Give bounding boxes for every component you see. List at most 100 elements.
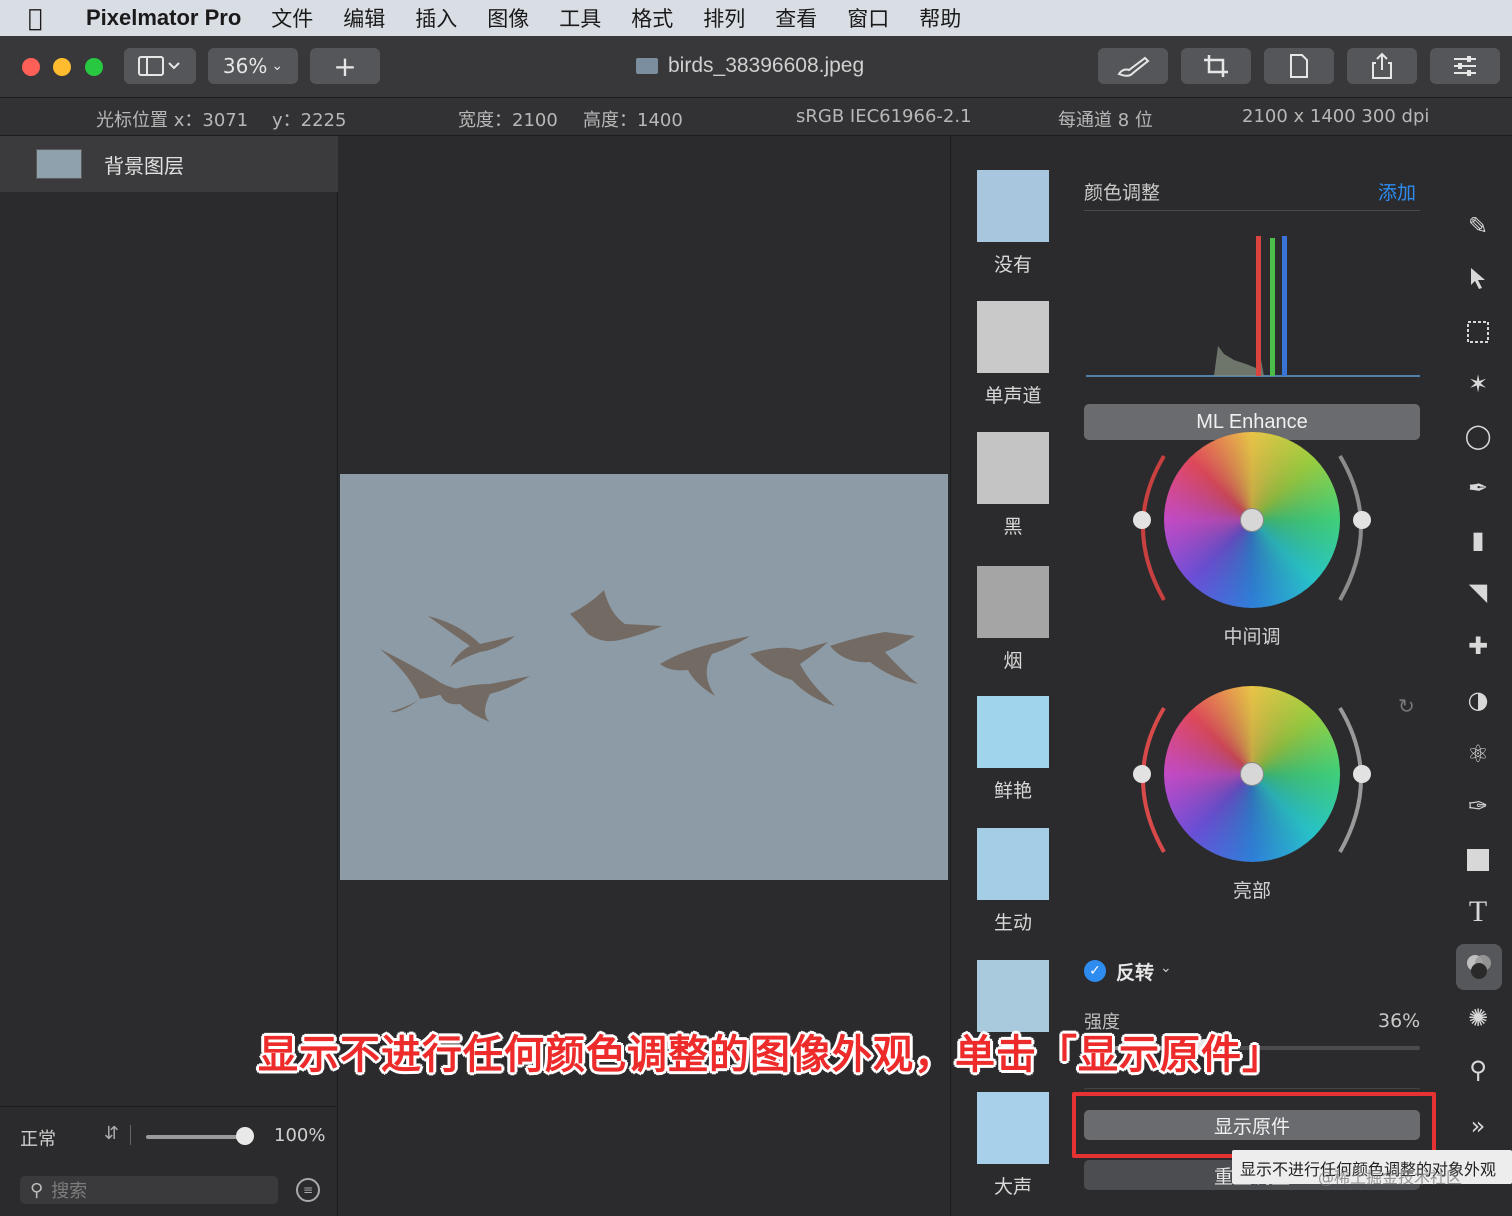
- sidebar-toggle-button[interactable]: [124, 48, 196, 84]
- color-adjust-tool-icon[interactable]: [1456, 944, 1502, 990]
- preset-label: 大声: [993, 1176, 1032, 1198]
- close-window-button[interactable]: [22, 58, 40, 76]
- divider: [130, 1125, 131, 1145]
- highlight-box: [1072, 1092, 1436, 1158]
- midtones-right-knob[interactable]: [1353, 511, 1371, 529]
- opacity-slider[interactable]: [146, 1135, 246, 1139]
- menu-tools[interactable]: 工具: [559, 3, 601, 33]
- geese-photo: [340, 474, 948, 880]
- minimize-window-button[interactable]: [53, 58, 71, 76]
- distort-tool-icon[interactable]: ◑: [1460, 682, 1496, 718]
- cursor-y: y：2225: [272, 110, 347, 131]
- arrange-tool-icon[interactable]: [1460, 260, 1496, 296]
- document-icon: [1290, 54, 1308, 78]
- preset-item[interactable]: 黑: [977, 432, 1049, 539]
- preset-label: 烟: [1003, 650, 1023, 672]
- share-button[interactable]: [1347, 48, 1417, 84]
- erase-tool-icon[interactable]: ◥: [1460, 574, 1496, 610]
- menu-arrange[interactable]: 排列: [703, 3, 745, 33]
- blend-mode-select[interactable]: 正常: [20, 1125, 56, 1151]
- chevron-down-icon[interactable]: ⌄: [1160, 960, 1172, 976]
- marquee-icon: [1467, 321, 1489, 343]
- layer-search-field[interactable]: ⚲ 搜索: [20, 1176, 278, 1204]
- add-adjustment-button[interactable]: 添加: [1378, 178, 1416, 205]
- midtones-wheel-handle[interactable]: [1240, 508, 1264, 532]
- menu-view[interactable]: 查看: [775, 3, 817, 33]
- image-size: 2100 x 1400 300 dpi: [1242, 106, 1430, 127]
- filter-icon[interactable]: ≡: [296, 1178, 320, 1202]
- updown-arrows-icon[interactable]: ⇵: [104, 1123, 119, 1144]
- menu-help[interactable]: 帮助: [919, 3, 961, 33]
- crop-button[interactable]: [1181, 48, 1251, 84]
- search-icon: ⚲: [30, 1179, 44, 1201]
- menu-app-name[interactable]: Pixelmator Pro: [86, 5, 241, 31]
- preset-item[interactable]: 生动: [977, 828, 1049, 935]
- add-button[interactable]: +: [310, 48, 380, 84]
- preset-item[interactable]: 鲜艳: [977, 696, 1049, 803]
- menu-image[interactable]: 图像: [487, 3, 529, 33]
- highlights-left-knob[interactable]: [1133, 765, 1151, 783]
- menu-file[interactable]: 文件: [271, 3, 313, 33]
- midtones-label: 中间调: [1223, 626, 1281, 648]
- menu-insert[interactable]: 插入: [415, 3, 457, 33]
- effects-tool-icon[interactable]: ✺: [1460, 1000, 1496, 1036]
- sliders-icon: [1454, 56, 1476, 76]
- menu-format[interactable]: 格式: [631, 3, 673, 33]
- select-tool-icon[interactable]: [1460, 314, 1496, 350]
- fill-tool-icon[interactable]: ▮: [1460, 522, 1496, 558]
- pen-tool-icon[interactable]: ✑: [1460, 788, 1496, 824]
- preset-label: 黑: [1003, 516, 1023, 538]
- retouch-tool-icon[interactable]: ✚: [1460, 628, 1496, 664]
- preset-item[interactable]: 单声道: [977, 301, 1049, 408]
- apple-icon[interactable]: : [28, 4, 68, 32]
- image-width: 宽度：2100: [458, 110, 558, 131]
- chevron-down-icon: ⌄: [271, 58, 284, 74]
- menu-window[interactable]: 窗口: [847, 3, 889, 33]
- preset-thumbnail: [977, 696, 1049, 768]
- preset-thumbnail: [977, 301, 1049, 373]
- preset-item[interactable]: 没有: [977, 170, 1049, 277]
- histogram: [1086, 236, 1420, 377]
- quick-select-tool-icon[interactable]: ✶: [1460, 366, 1496, 402]
- layer-thumbnail: [36, 149, 82, 179]
- adjustments-button[interactable]: [1430, 48, 1500, 84]
- paint-tool-icon[interactable]: ✒: [1460, 470, 1496, 506]
- color-profile: sRGB IEC61966-2.1: [796, 106, 972, 127]
- invert-checkbox[interactable]: ✓: [1084, 960, 1106, 982]
- opacity-value: 100%: [274, 1125, 326, 1146]
- highlights-right-knob[interactable]: [1353, 765, 1371, 783]
- preset-thumbnail: [977, 170, 1049, 242]
- crop-icon: [1204, 55, 1228, 77]
- preset-label: 生动: [993, 912, 1032, 934]
- image-height: 高度：1400: [583, 110, 683, 131]
- info-bar: 光标位置 x：3071 y：2225 宽度：2100 高度：1400 sRGB …: [0, 98, 1512, 136]
- menu-edit[interactable]: 编辑: [343, 3, 385, 33]
- style-button[interactable]: [1098, 48, 1168, 84]
- type-tool-icon[interactable]: T: [1460, 894, 1496, 930]
- more-tools-icon[interactable]: »: [1460, 1108, 1496, 1144]
- midtones-left-knob[interactable]: [1133, 511, 1151, 529]
- sharpen-tool-icon[interactable]: ⚛: [1460, 736, 1496, 772]
- style-tool-icon[interactable]: ✎: [1460, 208, 1496, 244]
- preset-item[interactable]: 大声: [977, 1092, 1049, 1199]
- color-select-tool-icon[interactable]: ◯: [1460, 418, 1496, 454]
- divider: [1084, 1088, 1420, 1089]
- layer-row[interactable]: 背景图层: [0, 136, 338, 192]
- preset-item[interactable]: 烟: [977, 566, 1049, 673]
- document-button[interactable]: [1264, 48, 1334, 84]
- watermark: @稀土掘金技术社区: [1318, 1168, 1463, 1187]
- shape-tool-icon[interactable]: [1460, 842, 1496, 878]
- opacity-slider-knob[interactable]: [236, 1127, 254, 1145]
- color-circles-icon: [1467, 955, 1491, 979]
- document-title: birds_38396608.jpeg: [636, 54, 864, 78]
- brush-icon: [1117, 56, 1150, 77]
- divider: [1084, 210, 1420, 211]
- reset-wheel-icon[interactable]: ↻: [1398, 694, 1415, 718]
- zoom-select[interactable]: 36% ⌄: [208, 48, 298, 84]
- zoom-tool-icon[interactable]: ⚲: [1460, 1052, 1496, 1088]
- preset-label: 鲜艳: [993, 780, 1032, 802]
- invert-label[interactable]: 反转: [1116, 958, 1154, 985]
- highlights-wheel-handle[interactable]: [1240, 762, 1264, 786]
- pointer-icon: [1471, 268, 1485, 289]
- zoom-window-button[interactable]: [85, 58, 103, 76]
